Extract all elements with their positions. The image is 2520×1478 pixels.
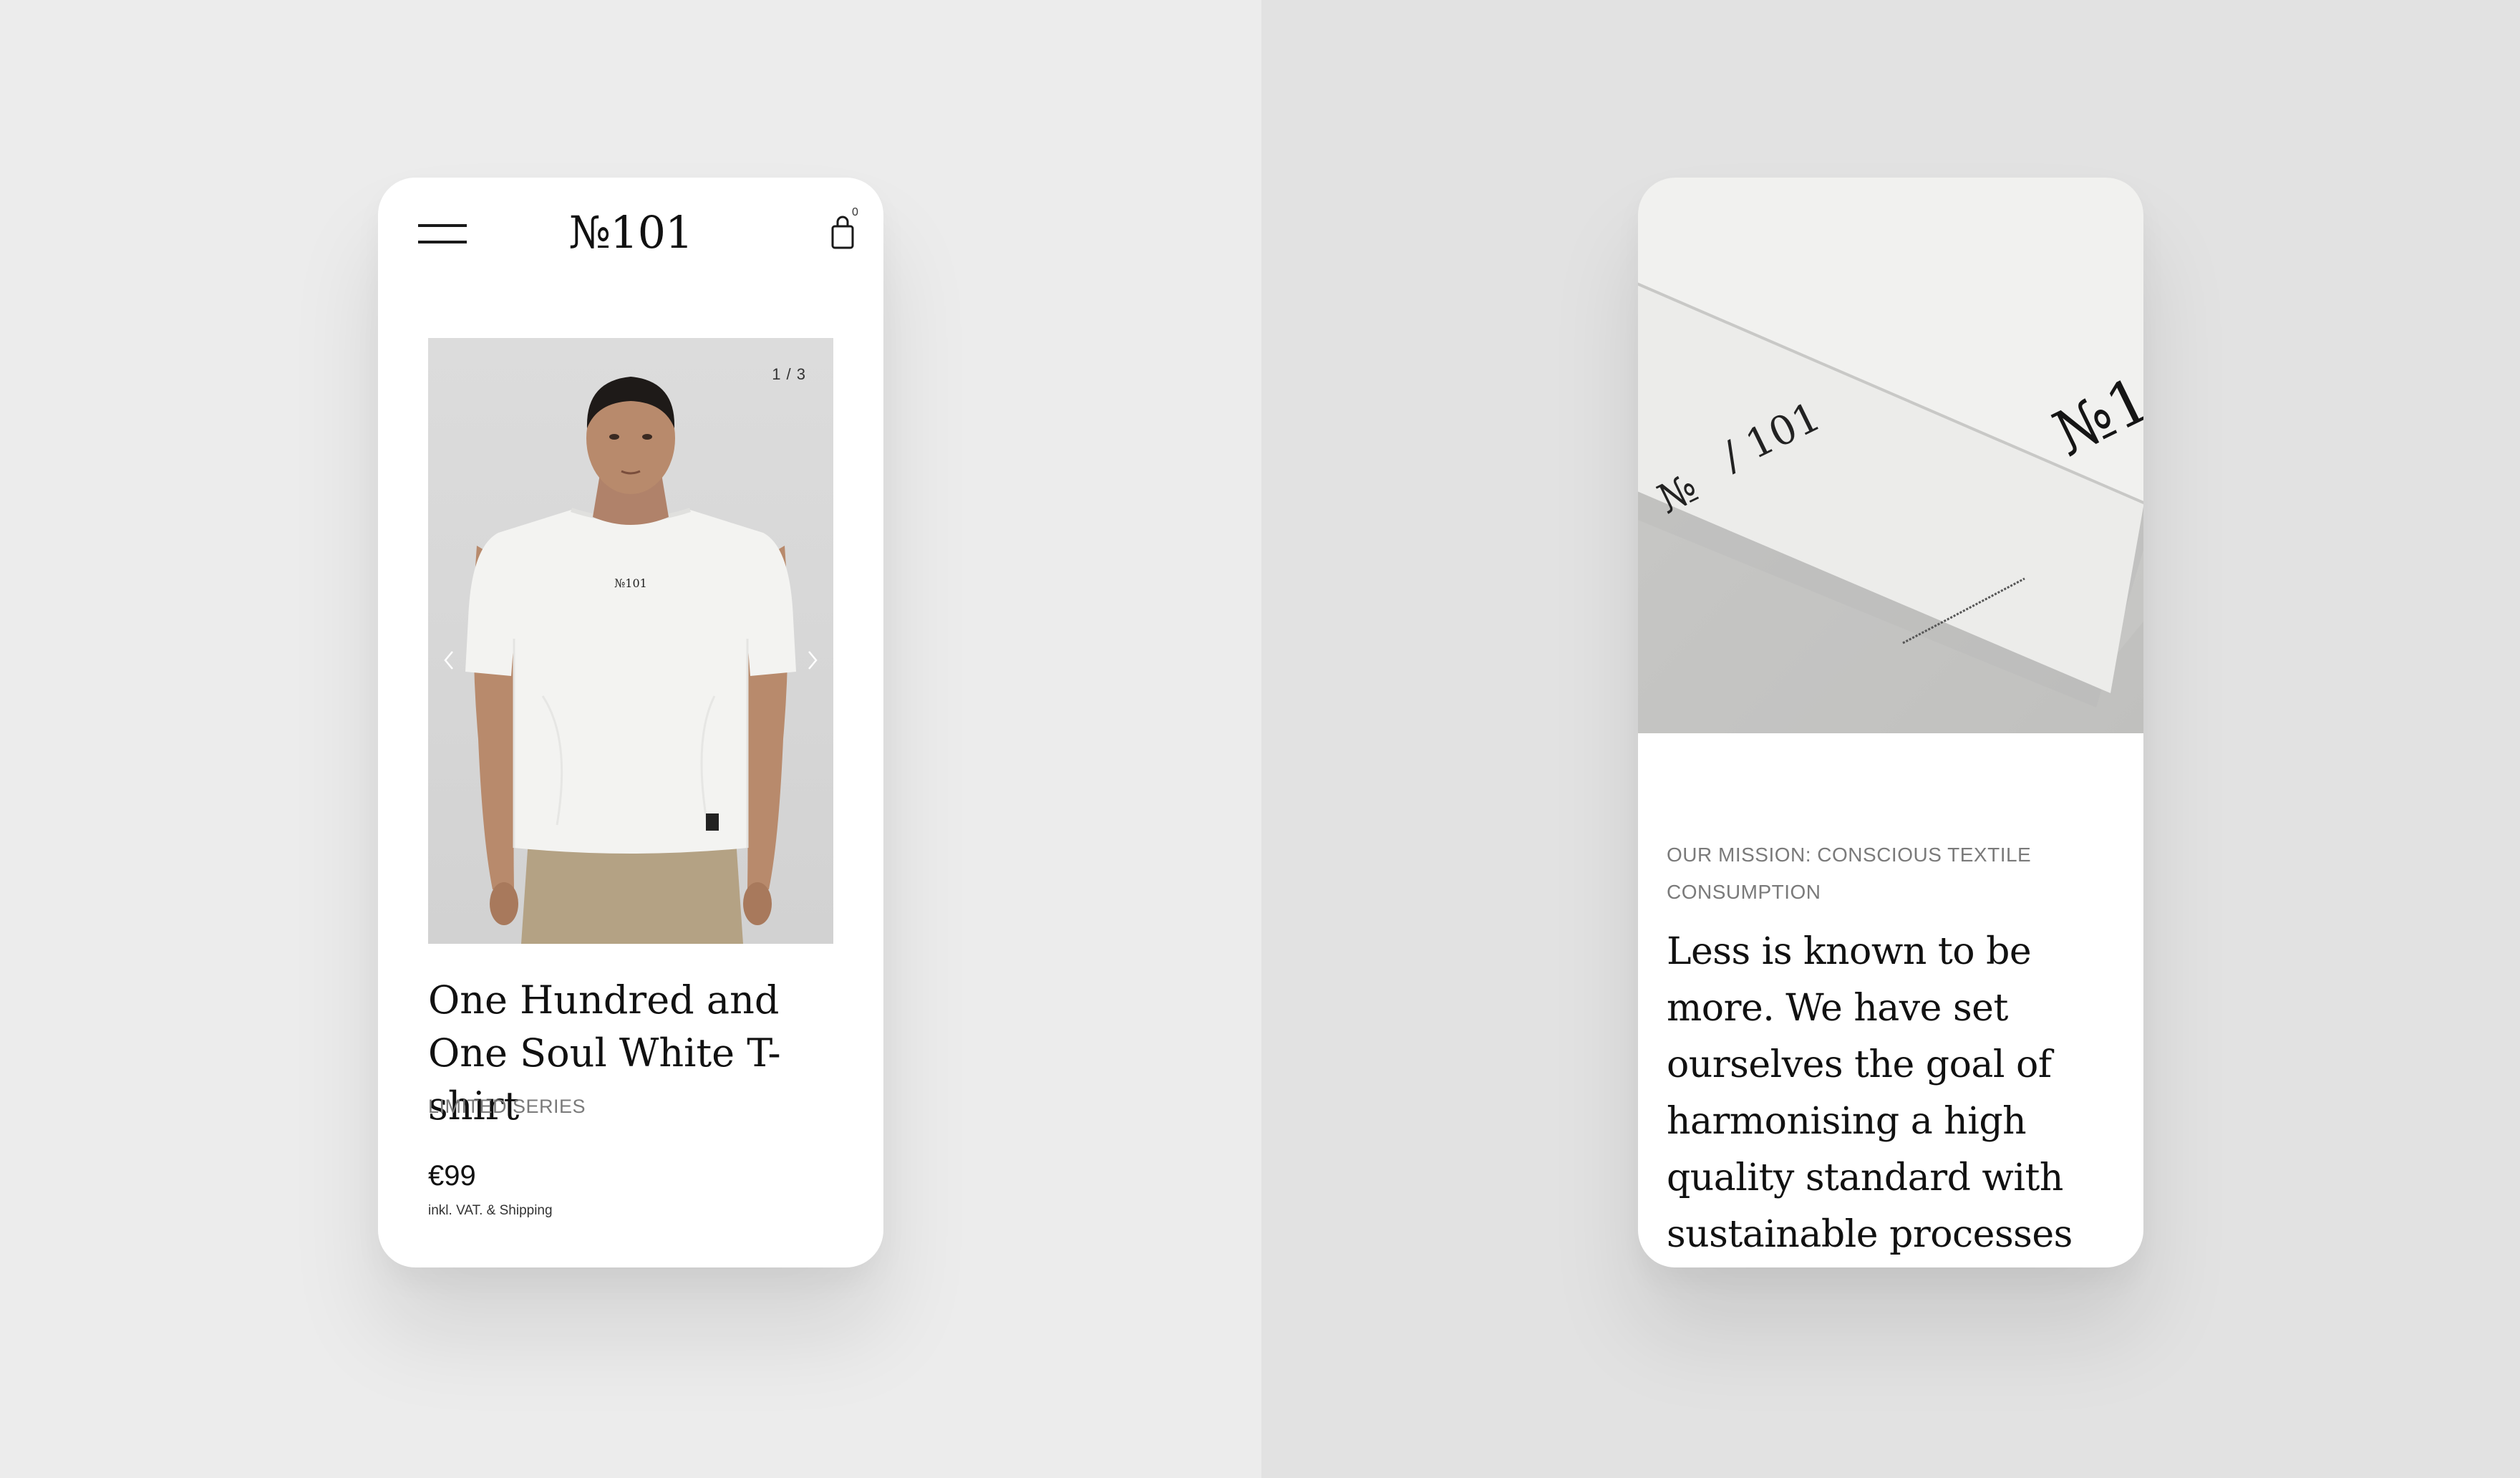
chevron-right-icon[interactable] (798, 639, 826, 682)
model-photo: №101 (465, 377, 796, 944)
shirt-logo: №101 (614, 576, 647, 590)
mission-body-text: Less is known to be more. We have set ou… (1667, 930, 2073, 1256)
product-phone-screen: №101 0 №101 1 / 3 One Hundred and One So… (378, 178, 883, 1267)
price-note: inkl. VAT. & Shipping (428, 1203, 553, 1218)
business-card-photo: № / 101 №1 (1638, 178, 2143, 733)
image-counter: 1 / 3 (772, 365, 806, 383)
mission-phone-screen: № / 101 №1 OUR MISSION: CONSCIOUS TEXTIL… (1638, 178, 2143, 1267)
brand-logo[interactable]: №101 (378, 206, 883, 259)
mission-eyebrow: OUR MISSION: CONSCIOUS TEXTILE CONSUMPTI… (1667, 844, 2032, 903)
product-series-label: LIMITED SERIES (428, 1096, 586, 1117)
cart-count-badge: 0 (852, 206, 858, 218)
chevron-left-icon[interactable] (435, 639, 464, 682)
product-image[interactable]: №101 1 / 3 (428, 338, 833, 944)
product-price: €99 (428, 1160, 476, 1192)
